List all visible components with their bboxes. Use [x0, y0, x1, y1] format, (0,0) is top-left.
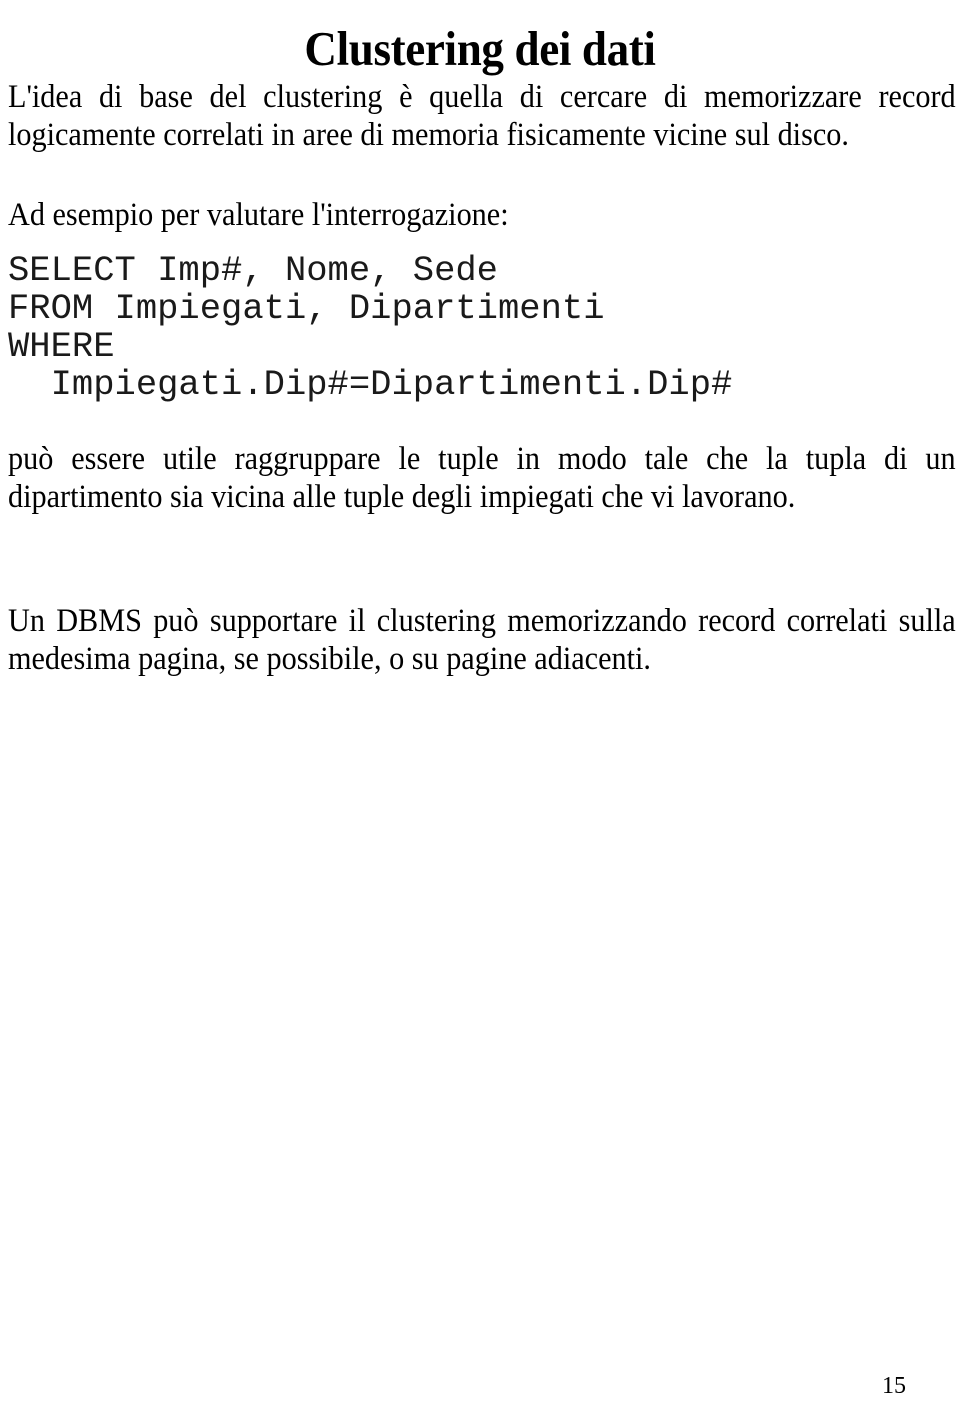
- paragraph-example-lead: Ad esempio per valutare l'interrogazione…: [8, 197, 509, 233]
- document-page: Clustering dei dati L'idea di base del c…: [0, 0, 960, 1406]
- sql-code-block: SELECT Imp#, Nome, Sede FROM Impiegati, …: [8, 250, 733, 405]
- paragraph-after-code: può essere utile raggruppare le tuple in…: [8, 441, 956, 515]
- document-body: L'idea di base del clustering è quella d…: [8, 78, 956, 678]
- page-number: 15: [882, 1373, 906, 1399]
- paragraph-conclusion: Un DBMS può supportare il clustering mem…: [8, 603, 956, 677]
- page-title: Clustering dei dati: [304, 20, 656, 76]
- paragraph-intro: L'idea di base del clustering è quella d…: [8, 79, 956, 153]
- code-block-spacer-bottom: [8, 404, 956, 440]
